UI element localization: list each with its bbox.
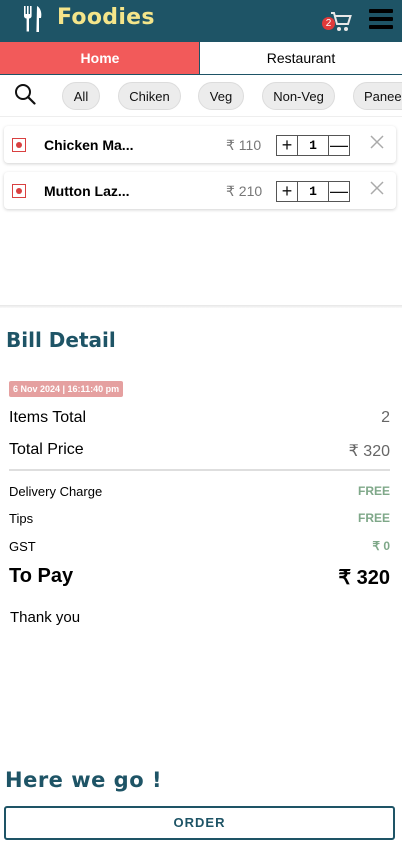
total-price-value: ₹ 320 — [348, 443, 390, 460]
gst-row: GST ₹ 0 — [9, 539, 390, 555]
items-total-value: 2 — [381, 409, 390, 426]
section-divider — [0, 305, 402, 308]
thank-you-text: Thank you — [10, 609, 81, 626]
filter-chip-chiken[interactable]: Chiken — [118, 82, 181, 110]
order-button[interactable]: ORDER — [4, 806, 395, 840]
remove-item-icon[interactable] — [369, 134, 385, 150]
cart-item: Chicken Ma... ₹ 110 + 1 — — [4, 126, 396, 163]
tab-restaurant[interactable]: Restaurant — [199, 42, 402, 75]
item-price: ₹ 210 — [226, 183, 263, 199]
total-price-label: Total Price — [9, 441, 84, 458]
decrease-quantity-button[interactable]: — — [329, 182, 349, 201]
decrease-quantity-button[interactable]: — — [329, 136, 349, 155]
app-header: Foodies 2 — [0, 0, 402, 42]
item-name: Chicken Ma... — [44, 137, 134, 153]
tips-label: Tips — [9, 511, 34, 526]
total-price-row: Total Price ₹ 320 — [9, 441, 390, 461]
filter-chip-all[interactable]: All — [62, 82, 100, 110]
quantity-stepper: + 1 — — [276, 181, 350, 202]
quantity-value: 1 — [297, 182, 329, 201]
cart-count-badge: 2 — [322, 17, 335, 30]
cart-item: Mutton Laz... ₹ 210 + 1 — — [4, 172, 396, 209]
filter-bar: All Chiken Veg Non-Veg Paneer — [0, 76, 402, 116]
to-pay-label: To Pay — [9, 565, 74, 587]
tips-value: FREE — [357, 511, 390, 525]
app-title: Foodies — [57, 5, 155, 30]
non-veg-mark-icon — [12, 184, 26, 198]
delivery-value: FREE — [357, 484, 390, 498]
to-pay-value: ₹ 320 — [338, 567, 390, 589]
bill-divider — [9, 469, 390, 471]
gst-value: ₹ 0 — [372, 539, 390, 553]
cart-items-list: Chicken Ma... ₹ 110 + 1 — Mutton Laz... … — [0, 116, 402, 306]
hamburger-menu-icon[interactable] — [369, 9, 393, 29]
non-veg-mark-icon — [12, 138, 26, 152]
filter-chip-paneer[interactable]: Paneer — [353, 82, 402, 110]
delivery-row: Delivery Charge FREE — [9, 484, 390, 500]
delivery-label: Delivery Charge — [9, 484, 103, 499]
filter-chip-veg[interactable]: Veg — [198, 82, 244, 110]
item-name: Mutton Laz... — [44, 183, 130, 199]
main-tabs: Home Restaurant — [0, 42, 402, 75]
bill-title: Bill Detail — [6, 328, 116, 352]
increase-quantity-button[interactable]: + — [277, 136, 297, 155]
tips-row: Tips FREE — [9, 511, 390, 527]
search-icon[interactable] — [14, 83, 36, 105]
remove-item-icon[interactable] — [369, 180, 385, 196]
tagline: Here we go ! — [5, 768, 163, 792]
increase-quantity-button[interactable]: + — [277, 182, 297, 201]
to-pay-row: To Pay ₹ 320 — [9, 565, 390, 589]
tab-home[interactable]: Home — [0, 42, 200, 75]
quantity-value: 1 — [297, 136, 329, 155]
gst-label: GST — [9, 539, 36, 554]
item-price: ₹ 110 — [226, 137, 262, 153]
items-total-label: Items Total — [9, 409, 87, 426]
items-total-row: Items Total 2 — [9, 409, 390, 429]
order-timestamp-badge: 6 Nov 2024 | 16:11:40 pm — [9, 381, 124, 397]
filter-chip-non-veg[interactable]: Non-Veg — [262, 82, 335, 110]
fork-knife-icon — [24, 6, 42, 32]
quantity-stepper: + 1 — — [276, 135, 350, 156]
